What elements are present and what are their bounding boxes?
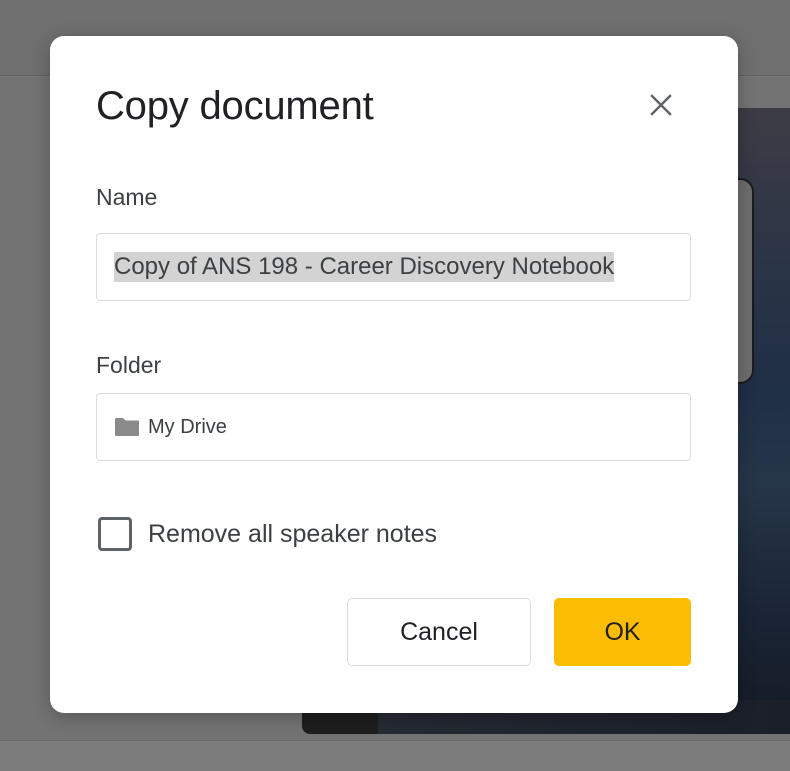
remove-speaker-notes-checkbox[interactable] — [98, 517, 132, 551]
remove-speaker-notes-label[interactable]: Remove all speaker notes — [148, 520, 437, 549]
copy-document-dialog: Copy document Name Copy of ANS 198 - Car… — [50, 36, 738, 713]
dialog-title: Copy document — [96, 84, 374, 128]
cancel-button[interactable]: Cancel — [347, 598, 531, 666]
bottom-bar-background — [0, 740, 790, 771]
name-input[interactable]: Copy of ANS 198 - Career Discovery Noteb… — [96, 233, 691, 301]
name-label: Name — [96, 184, 158, 210]
close-button[interactable] — [644, 88, 678, 122]
close-icon — [650, 94, 672, 116]
folder-value: My Drive — [148, 415, 227, 438]
folder-icon — [114, 417, 140, 437]
folder-label: Folder — [96, 352, 162, 378]
folder-picker[interactable]: My Drive — [96, 393, 691, 461]
name-input-value[interactable]: Copy of ANS 198 - Career Discovery Noteb… — [114, 252, 615, 282]
remove-speaker-notes-option[interactable]: Remove all speaker notes — [98, 516, 437, 552]
ok-button[interactable]: OK — [554, 598, 691, 666]
